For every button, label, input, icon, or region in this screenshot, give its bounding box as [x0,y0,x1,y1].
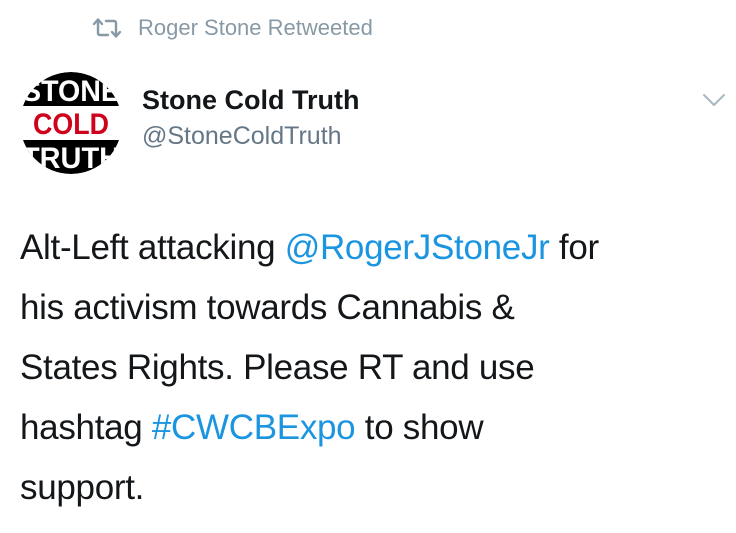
author-handle[interactable]: @StoneColdTruth [142,120,342,152]
chevron-down-icon[interactable] [700,90,728,110]
retweet-indicator: Roger Stone Retweeted [92,12,373,44]
stone-cold-truth-logo-icon: STONE COLD TRUTH [20,72,122,174]
tweet-text-segment: to show [355,408,484,447]
retweet-label[interactable]: Roger Stone Retweeted [138,15,373,41]
tweet-text-segment: Alt-Left attacking [20,228,285,267]
avatar-line-2: COLD [33,108,109,141]
tweet-text-segment: for [549,228,599,267]
tweet-line-2: his activism towards Cannabis & [20,288,515,327]
tweet-line-1: Alt-Left attacking @RogerJStoneJr for [20,218,728,278]
retweet-icon [92,16,122,40]
hashtag-link[interactable]: #CWCBExpo [152,408,356,447]
tweet-line-4: hashtag #CWCBExpo to show [20,398,728,458]
tweet-text-segment: hashtag [20,408,152,447]
tweet-card: Roger Stone Retweeted STONE COLD TRUTH S… [0,0,736,533]
tweet-line-3: States Rights. Please RT and use [20,348,535,387]
avatar-line-3: TRUTH [22,142,120,174]
tweet-line-5: support. [20,468,145,507]
avatar[interactable]: STONE COLD TRUTH [20,72,122,174]
mention-link[interactable]: @RogerJStoneJr [285,228,550,267]
author-name[interactable]: Stone Cold Truth [142,84,359,116]
tweet-text: Alt-Left attacking @RogerJStoneJr for hi… [20,218,728,518]
avatar-line-1: STONE [22,75,120,108]
